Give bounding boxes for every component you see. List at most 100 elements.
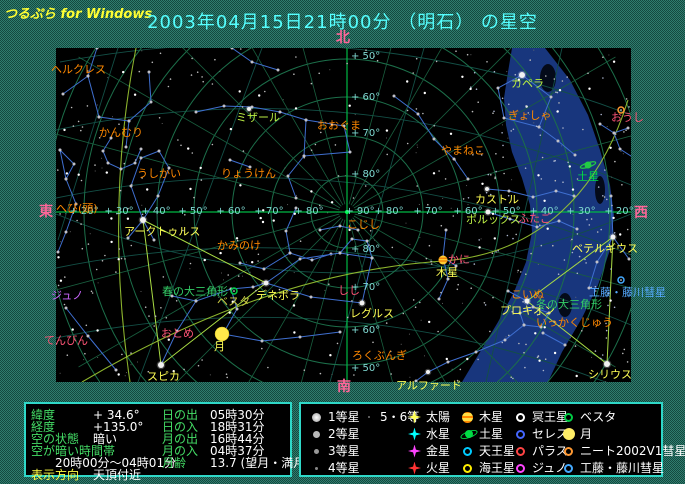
direction-label-south: 南 [337,379,351,395]
chart-label: しし [338,284,360,297]
chart-label: へび(頭) [56,202,98,215]
legend-label: ニート2002V1彗星 [580,444,685,458]
info-right-row-4: 月齢 13.7 (望月・満月) [162,456,310,470]
chart-label: 木星 [436,266,458,279]
planet-diamond-icon [407,410,422,424]
planet-diamond-icon [407,444,422,458]
legend-label: 天王星 [479,444,516,458]
legend-column-2: 太陽 水星 金星 火星 [407,410,450,475]
saturn-ring [459,428,479,441]
chart-label: デネボラ [256,289,300,302]
axis-label: + 80° [294,206,324,217]
ring-symbol-icon [513,444,528,458]
legend-symbol [516,429,525,439]
legend-item: セレス [513,427,568,441]
ring-symbol-icon [460,461,475,475]
chart-label: ろくぶんぎ [352,349,407,362]
legend-item: 水星 [407,427,450,441]
jupiter-icon [460,410,475,424]
legend-symbol [516,463,525,473]
chart-label: ミザール [236,111,280,124]
legend-item: ジュノ [513,461,568,475]
axis-label: + 40° [141,206,171,217]
chart-label: アークトゥルス [124,225,201,238]
ring-symbol-icon [561,444,576,458]
legend-item: パラス [513,444,568,458]
ring-symbol-icon [561,461,576,475]
legend-symbol [367,416,370,418]
legend-symbol [562,428,575,440]
moon-icon [561,427,576,441]
axis-label: + 50° [351,51,381,62]
direction-label-east: 東 [39,204,53,220]
legend-symbol [408,410,421,424]
magnitude-5-icon [361,410,376,424]
info-right-row-4-value: 13.7 (望月・満月) [210,456,310,470]
legend-column-0: 1等星 2等星 3等星 4等星 [309,410,360,475]
legend-item: 天王星 [460,444,515,458]
legend-item: 冥王星 [513,410,568,424]
legend-symbol [564,412,573,422]
legend-item: 月 [561,427,685,441]
saturn-icon [459,427,479,441]
chart-label: おとめ [161,327,194,340]
star [633,157,636,160]
chart-label: いっかくじゅう [536,316,613,329]
chart-label: ベスタ [217,295,251,308]
planet-diamond-icon [407,427,422,441]
magnitude-1-icon [309,410,324,424]
axis-label: + 80° [374,206,404,217]
direction-label-north: 北 [336,30,350,46]
info-panel: 緯度 + 34.6° 経度 +135.0° 空の状態 暗い 空が暗い時間帯 20時00分～04… [24,402,310,481]
ring-symbol-icon [460,444,475,458]
axis-label: + 70° [254,206,284,217]
legend-label: 2等星 [328,427,360,441]
legend-label: 3等星 [328,444,360,458]
chart-label: カペラ [511,77,544,90]
legend-item: 金星 [407,444,450,458]
legend-symbol [564,446,573,456]
axis-label: + 80° [351,169,381,180]
legend-item: 木星 [460,410,515,424]
magnitude-2-icon [309,427,324,441]
legend-item: 3等星 [309,444,360,458]
legend-symbol [313,430,320,438]
legend-label: 太陽 [426,410,451,424]
axis-label: + 30° [104,206,134,217]
legend-item: 海王星 [460,461,515,475]
legend-column-3: 木星土星天王星海王星 [459,410,515,475]
legend-symbol [408,427,421,441]
chart-label: てんびん [44,334,88,347]
legend-label: ベスタ [580,410,617,424]
legend-label: 月 [580,427,593,441]
planet-diamond-icon [407,461,422,475]
chart-label: やまねこ [441,144,485,157]
info-left-row-5: 表示方向 天頂付近 [31,468,141,482]
axis-label: + 80° [351,244,381,255]
info-left-row-5-value: 天頂付近 [93,468,142,482]
ring-symbol-icon [513,427,528,441]
chart-label: 土星 [577,170,599,183]
legend-column-5: ベスタ月ニート2002V1彗星 工藤・藤川彗星 [561,410,685,475]
axis-label: + 60° [351,92,381,103]
info-left-row-5-label: 表示方向 [31,468,80,482]
legend-item: ニート2002V1彗星 [561,444,685,458]
legend-symbol [564,463,573,473]
legend-item: 4等星 [309,461,360,475]
chart-label: おおぐま [317,119,361,132]
chart-label: ヘルクレス [51,63,106,76]
legend-label: 工藤・藤川彗星 [580,461,665,475]
legend-label: 土星 [479,427,504,441]
axis-label: + 20° [604,206,634,217]
legend-symbol [314,448,319,454]
chart-label: ぎょしゃ [508,109,552,122]
legend-column-4: 冥王星セレスパラスジュノ [513,410,568,475]
legend-symbol [312,412,321,422]
legend-label: 金星 [426,444,451,458]
chart-label: カストル [475,193,519,206]
axis-label: + 60° [351,325,381,336]
legend-symbol [516,446,525,456]
chart-label: ジュノ [51,289,84,302]
legend-symbol [408,444,421,458]
info-right-row-4-label: 月齢 [162,456,187,470]
